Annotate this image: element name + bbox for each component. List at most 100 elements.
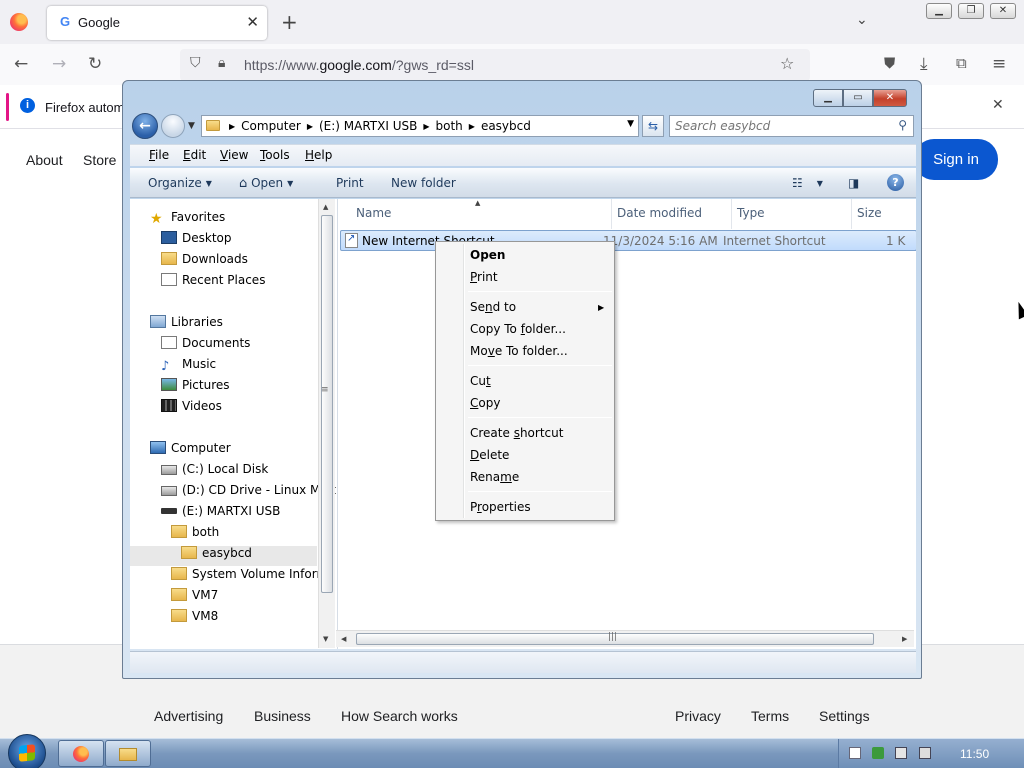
menu-view[interactable]: View (220, 148, 248, 162)
firefox-logo-icon[interactable] (10, 13, 28, 31)
search-icon[interactable]: ⚲ (898, 118, 907, 132)
ctx-copy[interactable]: Copy (470, 396, 500, 410)
scroll-left-icon[interactable]: ◀ (341, 635, 346, 643)
open-button[interactable]: ⌂ Open ▼ (239, 176, 293, 191)
security-icon[interactable] (872, 747, 884, 759)
column-divider[interactable] (611, 199, 612, 229)
explorer-maximize-button[interactable]: ▭ (843, 89, 873, 107)
column-divider[interactable] (731, 199, 732, 229)
about-link[interactable]: About (26, 152, 63, 168)
notification-close-icon[interactable]: ✕ (992, 97, 1004, 113)
reload-icon[interactable]: ↻ (88, 54, 102, 74)
pocket-icon[interactable]: ⛊ (884, 54, 895, 72)
lock-icon[interactable]: 🔒︎ (218, 55, 225, 71)
recent-pages-dropdown-icon[interactable]: ▼ (188, 121, 195, 131)
restore-button[interactable]: ❐ (958, 3, 984, 19)
breadcrumb-separator-icon[interactable]: ▶ (420, 122, 432, 131)
app-menu-icon[interactable]: ≡ (992, 54, 1006, 74)
breadcrumb-separator-icon[interactable]: ▶ (304, 122, 316, 131)
footer-business-link[interactable]: Business (254, 708, 311, 724)
extensions-icon[interactable]: ⧉ (956, 54, 967, 72)
bookmark-star-icon[interactable]: ☆ (780, 54, 794, 73)
ctx-create-shortcut[interactable]: Create shortcut (470, 426, 563, 440)
nav-folder-system-volume[interactable]: System Volume Informa (171, 567, 335, 587)
search-input[interactable] (675, 118, 875, 134)
breadcrumb-both[interactable]: both (433, 119, 466, 133)
ctx-cut[interactable]: Cut (470, 374, 491, 388)
url-text[interactable]: https://www.google.com/?gws_rd=ssl (244, 57, 474, 73)
clock[interactable]: 11:50 (960, 747, 989, 761)
footer-how-search-works-link[interactable]: How Search works (341, 708, 458, 724)
taskbar-firefox-button[interactable] (58, 740, 104, 767)
minimize-button[interactable]: ▁ (926, 3, 952, 19)
nav-desktop[interactable]: Desktop (161, 231, 232, 251)
explorer-forward-button[interactable] (161, 114, 185, 138)
nav-computer[interactable]: Computer (150, 441, 231, 461)
organize-button[interactable]: Organize ▼ (148, 176, 212, 190)
breadcrumb-e-drive[interactable]: (E:) MARTXI USB (316, 119, 420, 133)
print-button[interactable]: Print (336, 176, 364, 190)
footer-privacy-link[interactable]: Privacy (675, 708, 721, 724)
nav-folder-vm8[interactable]: VM8 (171, 609, 218, 629)
scroll-down-icon[interactable]: ▼ (323, 635, 328, 643)
change-view-button[interactable]: ☷ ▼ (792, 176, 823, 190)
nav-folder-both[interactable]: both (171, 525, 219, 545)
scroll-up-icon[interactable]: ▲ (323, 203, 328, 211)
footer-terms-link[interactable]: Terms (751, 708, 789, 724)
nav-documents[interactable]: Documents (161, 336, 250, 356)
nav-pictures[interactable]: Pictures (161, 378, 230, 398)
new-folder-button[interactable]: New folder (391, 176, 456, 190)
file-row[interactable]: New Internet Shortcut 11/3/2024 5:16 AM … (340, 230, 916, 251)
column-header-date[interactable]: Date modified (617, 206, 702, 220)
close-window-button[interactable]: ✕ (990, 3, 1016, 19)
forward-icon[interactable]: → (52, 54, 66, 74)
browser-tab[interactable]: G Google ✕ (47, 6, 267, 40)
nav-c-drive[interactable]: (C:) Local Disk (161, 462, 268, 482)
nav-music[interactable]: ♪ Music (161, 357, 216, 377)
nav-videos[interactable]: Videos (161, 399, 222, 419)
nav-folder-vm7[interactable]: VM7 (171, 588, 218, 608)
footer-settings-link[interactable]: Settings (819, 708, 870, 724)
explorer-close-button[interactable]: ✕ (873, 89, 907, 107)
nav-d-drive[interactable]: (D:) CD Drive - Linux Mint (161, 483, 336, 503)
column-divider[interactable] (851, 199, 852, 229)
tab-close-icon[interactable]: ✕ (246, 13, 259, 31)
search-box[interactable]: ⚲ (669, 115, 914, 137)
ctx-print[interactable]: Print (470, 270, 498, 284)
footer-advertising-link[interactable]: Advertising (154, 708, 223, 724)
menu-tools[interactable]: Tools (260, 148, 290, 162)
breadcrumb-easybcd[interactable]: easybcd (478, 119, 534, 133)
column-header-type[interactable]: Type (737, 206, 765, 220)
scroll-right-icon[interactable]: ▶ (902, 635, 907, 643)
help-icon[interactable]: ? (887, 174, 904, 191)
action-center-icon[interactable] (849, 747, 861, 759)
nav-pane-scrollbar[interactable]: ▲ ≡ ▼ (318, 199, 335, 648)
ctx-properties[interactable]: Properties (470, 500, 531, 514)
menu-help[interactable]: Help (305, 148, 332, 162)
scrollbar-thumb[interactable] (321, 215, 333, 593)
column-header-name[interactable]: Name (356, 206, 391, 220)
breadcrumb-separator-icon[interactable]: ▶ (466, 122, 478, 131)
explorer-minimize-button[interactable]: ▁ (813, 89, 843, 107)
tracking-shield-icon[interactable]: ⛉ (190, 55, 201, 71)
nav-e-drive[interactable]: (E:) MARTXI USB (161, 504, 280, 524)
column-header-size[interactable]: Size (857, 206, 882, 220)
content-horizontal-scrollbar[interactable]: ◀ ||| ▶ (336, 630, 914, 647)
explorer-back-button[interactable]: ← (132, 113, 158, 139)
address-bar[interactable]: ▶ Computer ▶ (E:) MARTXI USB ▶ both ▶ easybcd ▼ (201, 115, 639, 137)
ctx-delete[interactable]: Delete (470, 448, 509, 462)
refresh-button[interactable]: ⇆ (642, 115, 664, 137)
preview-pane-button[interactable]: ◨ (848, 176, 859, 190)
url-bar[interactable]: ⛉ 🔒︎ https://www.google.com/?gws_rd=ssl … (180, 49, 810, 81)
address-dropdown-icon[interactable]: ▼ (627, 119, 634, 129)
sign-in-button[interactable]: Sign in (914, 139, 998, 180)
new-tab-button[interactable]: + (281, 10, 298, 34)
ctx-open[interactable]: Open (470, 248, 505, 262)
back-icon[interactable]: ← (14, 54, 28, 74)
nav-libraries[interactable]: Libraries (150, 315, 223, 335)
taskbar-explorer-button[interactable] (105, 740, 151, 767)
nav-downloads[interactable]: Downloads (161, 252, 248, 272)
downloads-icon[interactable]: ⤓ (920, 54, 928, 74)
nav-folder-easybcd[interactable]: easybcd (130, 546, 317, 566)
network-icon[interactable] (895, 747, 907, 759)
